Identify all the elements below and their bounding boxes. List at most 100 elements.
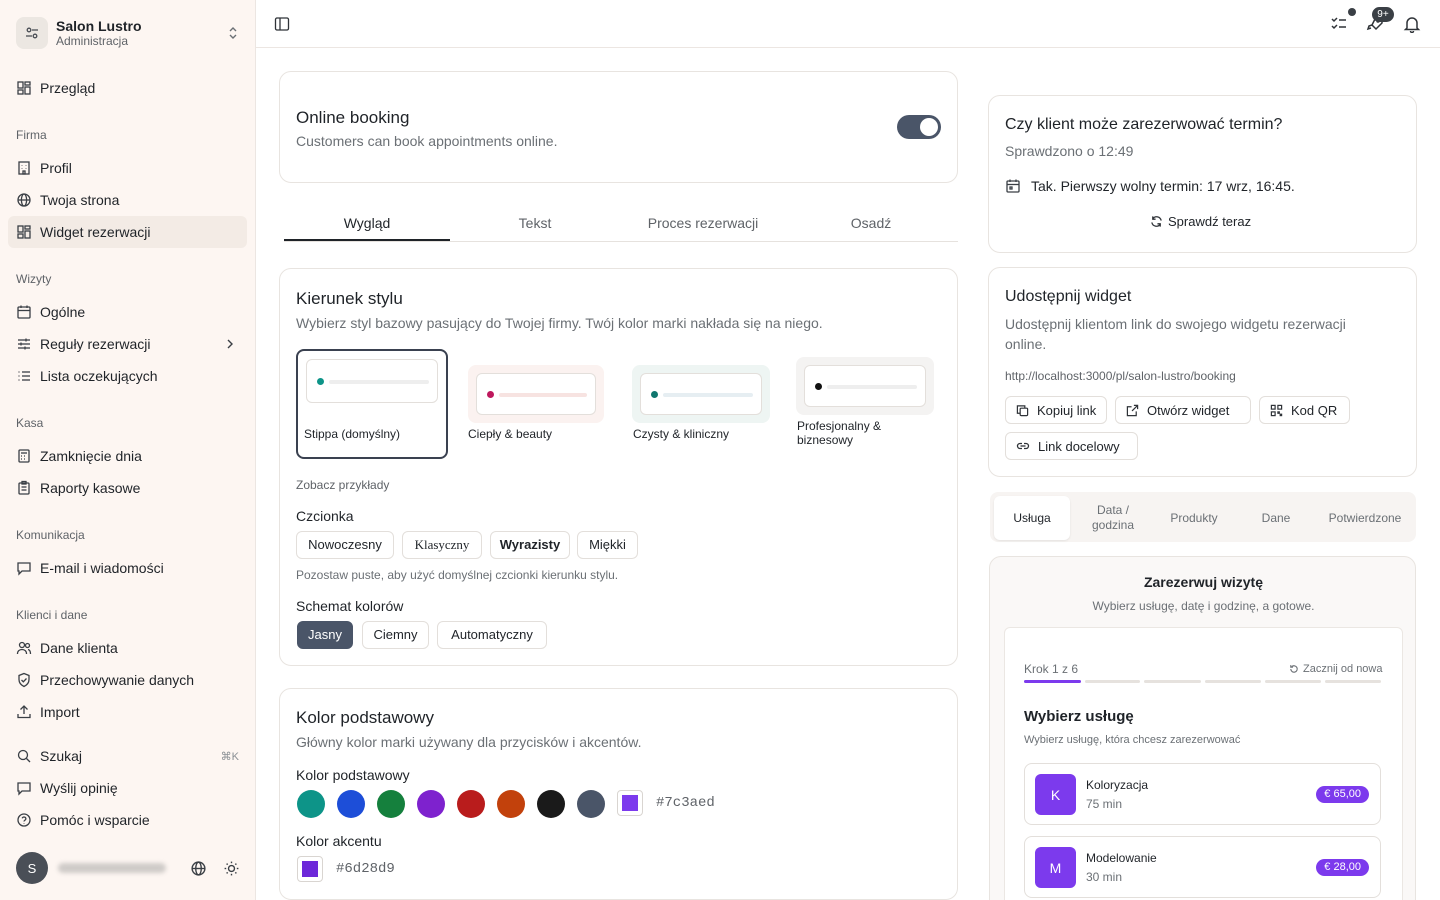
preview-dot (651, 391, 658, 398)
sidebar-item-help[interactable]: Pomóc i wsparcie (8, 804, 247, 836)
font-bold-chip[interactable]: Wyrazisty (490, 531, 570, 559)
check-now-button[interactable]: Sprawdź teraz (1150, 214, 1251, 229)
service-duration: 30 min (1086, 870, 1123, 884)
sidebar-item-label: Twoja strona (40, 192, 120, 208)
sidebar-item-label: Ogólne (40, 304, 86, 320)
tab-appearance[interactable]: Wygląd (284, 206, 450, 241)
sidebar-toggle-icon[interactable] (274, 16, 290, 32)
sidebar-item-booking-rules[interactable]: Reguły rezerwacji (8, 328, 247, 360)
online-booking-card: Online booking Customers can book appoin… (279, 71, 958, 183)
target-link-button[interactable]: Link docelowy (1005, 432, 1138, 460)
primary-color-title: Kolor podstawowy (296, 708, 434, 727)
check-now-label: Sprawdź teraz (1168, 214, 1252, 229)
calendar-icon (16, 304, 32, 320)
sidebar-item-overview[interactable]: Przegląd (8, 72, 247, 104)
sidebar-item-label: Wyślij opinię (40, 780, 118, 796)
refresh-icon (1150, 215, 1163, 228)
preview-tab-details[interactable]: Dane (1238, 496, 1314, 540)
share-widget-card: Udostępnij widget Udostępnij klientom li… (988, 267, 1417, 477)
restart-button[interactable]: Zacznij od nowa (1289, 663, 1383, 675)
color-swatch[interactable] (577, 790, 605, 818)
avatar[interactable]: S (16, 852, 48, 884)
bell-icon[interactable] (1403, 15, 1421, 33)
preview-tab-date-time[interactable]: Data / godzina (1076, 496, 1150, 540)
accent-color-value[interactable]: #6d28d9 (336, 861, 395, 877)
sun-icon[interactable] (223, 860, 240, 877)
open-widget-button[interactable]: Otwórz widget (1115, 396, 1251, 424)
sidebar-item-day-close[interactable]: Zamknięcie dnia (8, 440, 247, 472)
color-swatch[interactable] (377, 790, 405, 818)
sidebar-item-search[interactable]: Szukaj ⌘K (8, 740, 247, 772)
choose-service-hint: Wybierz usługę, która chcesz zarezerwowa… (1024, 734, 1241, 746)
service-price-badge: € 28,00 (1316, 859, 1369, 876)
preview-dot (487, 391, 494, 398)
color-swatch[interactable] (337, 790, 365, 818)
style-option-label: Ciepły & beauty (468, 427, 553, 441)
online-booking-toggle[interactable] (897, 115, 941, 139)
scheme-light-chip[interactable]: Jasny (297, 621, 353, 649)
user-name-redacted (58, 863, 166, 873)
sidebar-item-label: Lista oczekujących (40, 368, 158, 384)
availability-check-card: Czy klient może zarezerwować termin? Spr… (988, 95, 1417, 253)
workspace-name: Salon Lustro (56, 17, 142, 34)
tab-embed[interactable]: Osadź (788, 206, 954, 241)
sidebar-item-website[interactable]: Twoja strona (8, 184, 247, 216)
color-swatch[interactable] (417, 790, 445, 818)
step-bar (1144, 680, 1201, 683)
calendar-icon (1005, 178, 1021, 194)
tab-booking-process[interactable]: Proces rezerwacji (620, 206, 786, 241)
font-soft-chip[interactable]: Miękki (577, 531, 638, 559)
open-widget-label: Otwórz widget (1147, 402, 1230, 418)
sidebar-item-data-retention[interactable]: Przechowywanie danych (8, 664, 247, 696)
preview-tab-confirmed[interactable]: Potwierdzone (1320, 496, 1410, 540)
see-examples-link[interactable]: Zobacz przykłady (296, 478, 389, 492)
color-swatch[interactable] (297, 790, 325, 818)
preview-tab-products[interactable]: Produkty (1156, 496, 1232, 540)
sidebar-item-cash-reports[interactable]: Raporty kasowe (8, 472, 247, 504)
qr-code-button[interactable]: Kod QR (1259, 396, 1350, 424)
scheme-auto-chip[interactable]: Automatyczny (437, 621, 547, 649)
copy-link-button[interactable]: Kopiuj link (1005, 396, 1107, 424)
service-item[interactable]: M Modelowanie 30 min € 28,00 (1024, 836, 1381, 898)
users-icon (16, 640, 32, 656)
share-url[interactable]: http://localhost:3000/pl/salon-lustro/bo… (1005, 369, 1236, 383)
preview-dot (815, 383, 822, 390)
sidebar-item-label: Przechowywanie danych (40, 672, 195, 688)
chevron-right-icon (223, 337, 237, 351)
color-scheme-title: Schemat kolorów (296, 598, 404, 614)
sidebar-item-email[interactable]: E-mail i wiadomości (8, 552, 247, 584)
sidebar-item-label: Profil (40, 160, 72, 176)
font-modern-chip[interactable]: Nowoczesny (296, 531, 394, 559)
tab-text[interactable]: Tekst (452, 206, 618, 241)
style-preview (296, 349, 448, 459)
primary-color-value[interactable]: #7c3aed (656, 795, 715, 811)
sidebar-item-import[interactable]: Import (8, 696, 247, 728)
sidebar-item-profil[interactable]: Profil (8, 152, 247, 184)
accent-color-picker[interactable] (297, 856, 323, 882)
scheme-dark-chip[interactable]: Ciemny (362, 621, 429, 649)
sidebar-item-waitlist[interactable]: Lista oczekujących (8, 360, 247, 392)
language-globe-icon[interactable] (190, 860, 207, 877)
online-booking-subtitle: Customers can book appointments online. (296, 133, 558, 149)
sidebar-item-label: Szukaj (40, 748, 83, 764)
color-swatch[interactable] (497, 790, 525, 818)
service-item[interactable]: K Koloryzacja 75 min € 65,00 (1024, 763, 1381, 825)
checklist-icon[interactable] (1330, 15, 1348, 33)
font-classic-chip[interactable]: Klasyczny (402, 531, 482, 559)
user-menu[interactable]: S (16, 852, 246, 884)
help-circle-icon (16, 812, 32, 828)
sidebar-item-general[interactable]: Ogólne (8, 296, 247, 328)
preview-tab-service[interactable]: Usługa (994, 496, 1070, 540)
color-swatch[interactable] (457, 790, 485, 818)
sidebar: Salon Lustro Administracja Przegląd Firm… (0, 0, 256, 900)
sidebar-item-client-data[interactable]: Dane klienta (8, 632, 247, 664)
sidebar-item-feedback[interactable]: Wyślij opinię (8, 772, 247, 804)
color-swatch[interactable] (537, 790, 565, 818)
workspace-switcher[interactable]: Salon Lustro Administracja (16, 16, 240, 50)
sidebar-item-booking-widget[interactable]: Widget rezerwacji (8, 216, 247, 248)
section-kasa: Kasa (16, 416, 44, 430)
settings-tabs: Wygląd Tekst Proces rezerwacji Osadź (284, 206, 958, 242)
custom-color-picker[interactable] (617, 790, 643, 816)
section-klienci: Klienci i dane (16, 608, 88, 622)
style-direction-card: Kierunek stylu Wybierz styl bazowy pasuj… (279, 268, 958, 666)
